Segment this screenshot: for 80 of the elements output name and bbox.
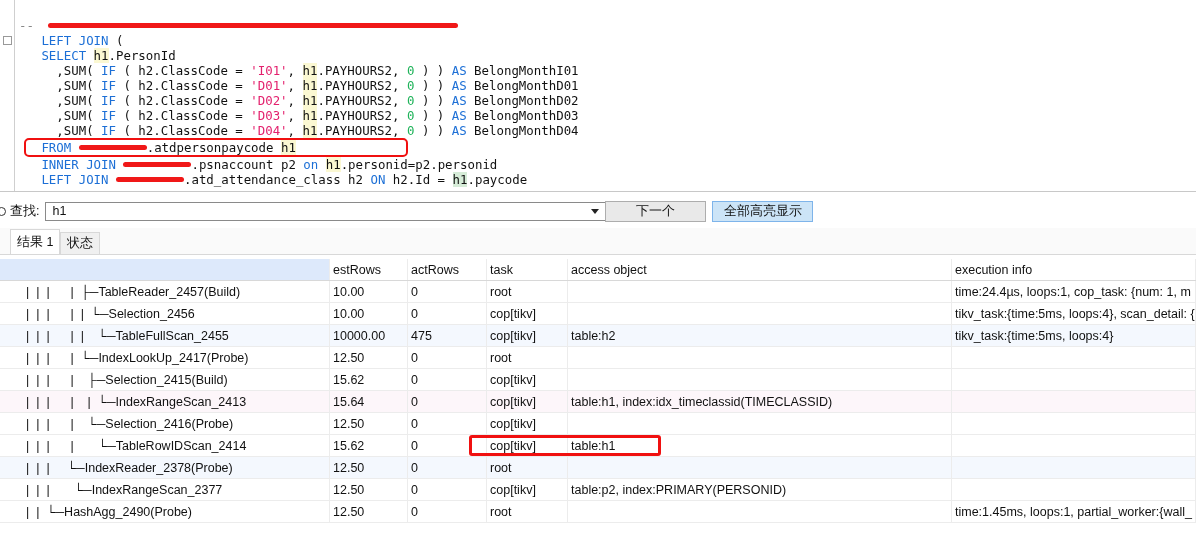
code-line: ,SUM( IF ( h2.ClassCode = 'D01', h1.PAYHOURS2, 0 ) ) AS BelongMonthD01 [55,78,579,93]
collapse-icon[interactable] [3,36,12,45]
table-cell: | | | └─IndexRangeScan_2377 [0,479,330,500]
table-cell: 0 [408,281,487,302]
table-cell: root [487,501,568,522]
table-cell: cop[tikv] [487,369,568,390]
table-cell: 12.50 [330,413,408,434]
table-cell: cop[tikv] [487,303,568,324]
code-line: LEFT JOIN .atd_attendance_class h2 ON h2.Id = h1.paycode [41,172,528,187]
table-cell: cop[tikv] [487,479,568,500]
table-cell: 0 [408,369,487,390]
table-cell: cop[tikv] [487,325,568,346]
table-cell: cop[tikv] [487,391,568,412]
table-cell: | | | | └─IndexLookUp_2417(Probe) [0,347,330,368]
column-header[interactable]: estRows [330,259,408,280]
table-cell: 0 [408,391,487,412]
table-cell: 12.50 [330,347,408,368]
column-header[interactable]: execution info [952,259,1196,280]
table-cell: time:1.45ms, loops:1, partial_worker:{wall_ [952,501,1196,522]
code-line: INNER JOIN .psnaccount p2 on h1.personid=p2.personid [41,157,498,172]
column-header[interactable]: access object [568,259,952,280]
table-cell: | | | | | └─Selection_2456 [0,303,330,324]
table-cell: 10.00 [330,281,408,302]
table-cell: root [487,457,568,478]
caret-icon[interactable] [591,208,600,214]
find-field[interactable]: h1 [45,201,606,221]
table-cell: 0 [408,457,487,478]
table-cell: | | └─HashAgg_2490(Probe) [0,501,330,522]
find-button[interactable]: 下一个 [605,200,707,222]
table-cell: 10.00 [330,303,408,324]
table-cell: | | | | | └─IndexRangeScan_2413 [0,391,330,412]
redaction-mark [78,145,147,150]
code-line: ,SUM( IF ( h2.ClassCode = 'D04', h1.PAYHOURS2, 0 ) ) AS BelongMonthD04 [55,123,579,138]
table-cell: table:h1 [568,435,952,456]
table-cell: 12.50 [330,501,408,522]
column-header[interactable]: task [487,259,568,280]
table-cell: time:24.4µs, loops:1, cop_task: {num: 1, m [952,281,1196,302]
result-tab[interactable]: 状态 [60,232,101,254]
table-cell: cop[tikv] [487,435,568,456]
table-cell: | | | | ├─Selection_2415(Build) [0,369,330,390]
table-cell: 15.62 [330,435,408,456]
table-cell: | | | | └─Selection_2416(Probe) [0,413,330,434]
table-cell: 0 [408,479,487,500]
table-cell: | | | | ├─TableReader_2457(Build) [0,281,330,302]
table-cell: 0 [408,501,487,522]
find-button[interactable]: 全部高亮显示 [712,200,814,222]
code-line: ,SUM( IF ( h2.ClassCode = 'I01', h1.PAYHOURS2, 0 ) ) AS BelongMonthI01 [55,63,579,78]
table-cell: cop[tikv] [487,413,568,434]
table-cell: 0 [408,347,487,368]
code-line: ,SUM( IF ( h2.ClassCode = 'D02', h1.PAYHOURS2, 0 ) ) AS BelongMonthD02 [55,93,579,108]
table-cell: | | | | └─TableRowIDScan_2414 [0,435,330,456]
find-label: 查找: [10,202,40,220]
table-cell: root [487,281,568,302]
table-cell: table:h2 [568,325,952,346]
table-cell: 15.64 [330,391,408,412]
redaction-mark [116,177,184,182]
table-cell: root [487,347,568,368]
table-cell: 12.50 [330,457,408,478]
table-cell: | | | └─IndexReader_2378(Probe) [0,457,330,478]
code-line: LEFT JOIN ( [41,33,124,48]
table-cell: 0 [408,435,487,456]
table-cell: 0 [408,413,487,434]
column-header[interactable]: actRows [408,259,487,280]
code-editor[interactable] [0,0,1196,192]
table-cell: table:h1, index:idx_timeclassid(TIMECLASSID) [568,391,952,412]
table-cell: table:p2, index:PRIMARY(PERSONID) [568,479,952,500]
table-cell: tikv_task:{time:5ms, loops:4}, scan_detail: { [952,303,1196,324]
table-cell: 12.50 [330,479,408,500]
table-cell: 0 [408,303,487,324]
table-cell: tikv_task:{time:5ms, loops:4} [952,325,1196,346]
redaction-mark [123,162,192,167]
code-line: FROM .atdpersonpaycode h1 [26,140,406,155]
code-line: SELECT h1.PersonId [41,48,176,63]
result-tab[interactable]: 结果 1 [10,229,61,254]
table-cell: 475 [408,325,487,346]
table-cell: | | | | | └─TableFullScan_2455 [0,325,330,346]
code-line: -- [19,18,458,33]
table-cell: 15.62 [330,369,408,390]
table-cell: 10000.00 [330,325,408,346]
code-line: ,SUM( IF ( h2.ClassCode = 'D03', h1.PAYHOURS2, 0 ) ) AS BelongMonthD03 [55,108,579,123]
